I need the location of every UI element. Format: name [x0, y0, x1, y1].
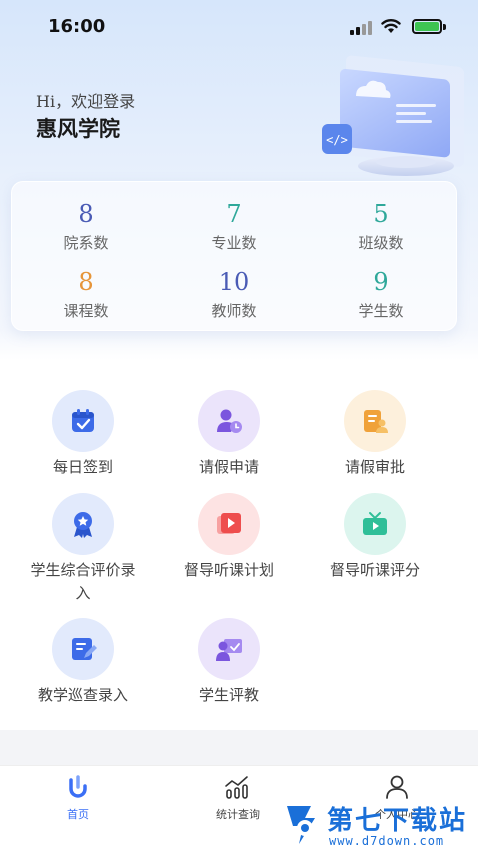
grid-label: 学生综合评价录入 — [30, 561, 136, 602]
stats-card: 8 院系数 7 专业数 5 班级数 8 课程数 10 教师数 9 学生数 — [11, 181, 457, 331]
watermark-title: 第七下载站 — [327, 806, 468, 836]
supervision-score-button[interactable]: 督导听课评分 — [300, 493, 450, 582]
daily-checkin-button[interactable]: 每日签到 — [8, 390, 158, 479]
tab-home[interactable]: 首页 — [23, 774, 133, 822]
teaching-inspection-entry-button[interactable]: 教学巡查录入 — [8, 618, 158, 707]
supervision-plan-button[interactable]: 督导听课计划 — [154, 493, 304, 582]
stat-majors: 7 专业数 — [174, 200, 294, 253]
watermark: 第七下载站 www.d7down.com — [283, 800, 475, 850]
user-clock-icon — [198, 390, 260, 452]
student-evaluation-entry-button[interactable]: 学生综合评价录入 — [8, 493, 158, 605]
stat-value: 7 — [226, 200, 242, 228]
tab-label: 统计查询 — [216, 808, 260, 821]
stat-value: 10 — [218, 268, 250, 296]
signal-icon — [350, 21, 372, 35]
stat-label: 课程数 — [63, 302, 109, 320]
status-time: 16:00 — [48, 16, 106, 37]
home-icon — [69, 775, 87, 798]
stat-courses: 8 课程数 — [26, 268, 146, 321]
stat-label: 班级数 — [358, 234, 404, 252]
school-name: 惠风学院 — [36, 117, 120, 141]
watermark-url: www.d7down.com — [329, 834, 445, 848]
stat-value: 9 — [373, 268, 389, 296]
stat-value: 5 — [373, 200, 389, 228]
student-teacher-review-button[interactable]: 学生评教 — [154, 618, 304, 707]
leave-request-button[interactable]: 请假申请 — [154, 390, 304, 479]
stat-value: 8 — [78, 268, 94, 296]
stat-label: 教师数 — [211, 302, 257, 320]
edit-doc-icon — [52, 618, 114, 680]
computer-illustration-icon: </> — [322, 55, 464, 176]
chart-icon — [225, 776, 248, 799]
tv-play-icon — [344, 493, 406, 555]
leave-approval-button[interactable]: 请假审批 — [300, 390, 450, 479]
stat-value: 8 — [78, 200, 94, 228]
grid-label: 每日签到 — [52, 458, 113, 476]
stat-label: 院系数 — [63, 234, 109, 252]
teacher-review-icon — [198, 618, 260, 680]
stat-departments: 8 院系数 — [26, 200, 146, 253]
grid-label: 督导听课评分 — [329, 561, 420, 579]
watermark-logo-icon — [287, 806, 315, 844]
grid-label: 督导听课计划 — [183, 561, 274, 579]
stat-label: 学生数 — [358, 302, 404, 320]
user-icon — [386, 775, 408, 799]
grid-label: 教学巡查录入 — [37, 686, 128, 704]
grid-label: 请假申请 — [198, 458, 259, 476]
svg-text:</>: </> — [326, 133, 348, 147]
medal-icon — [52, 493, 114, 555]
stat-classes: 5 班级数 — [321, 200, 441, 253]
approval-icon — [344, 390, 406, 452]
tab-label: 首页 — [67, 808, 89, 821]
grid-label: 学生评教 — [198, 686, 259, 704]
stat-teachers: 10 教师数 — [174, 268, 294, 321]
greeting-text: Hi，欢迎登录 — [36, 92, 136, 111]
battery-icon — [412, 19, 442, 34]
wifi-icon — [381, 19, 401, 33]
stat-label: 专业数 — [211, 234, 257, 252]
calendar-check-icon — [52, 390, 114, 452]
video-plan-icon — [198, 493, 260, 555]
stat-students: 9 学生数 — [321, 268, 441, 321]
tab-statistics[interactable]: 统计查询 — [183, 774, 293, 822]
grid-label: 请假审批 — [344, 458, 405, 476]
